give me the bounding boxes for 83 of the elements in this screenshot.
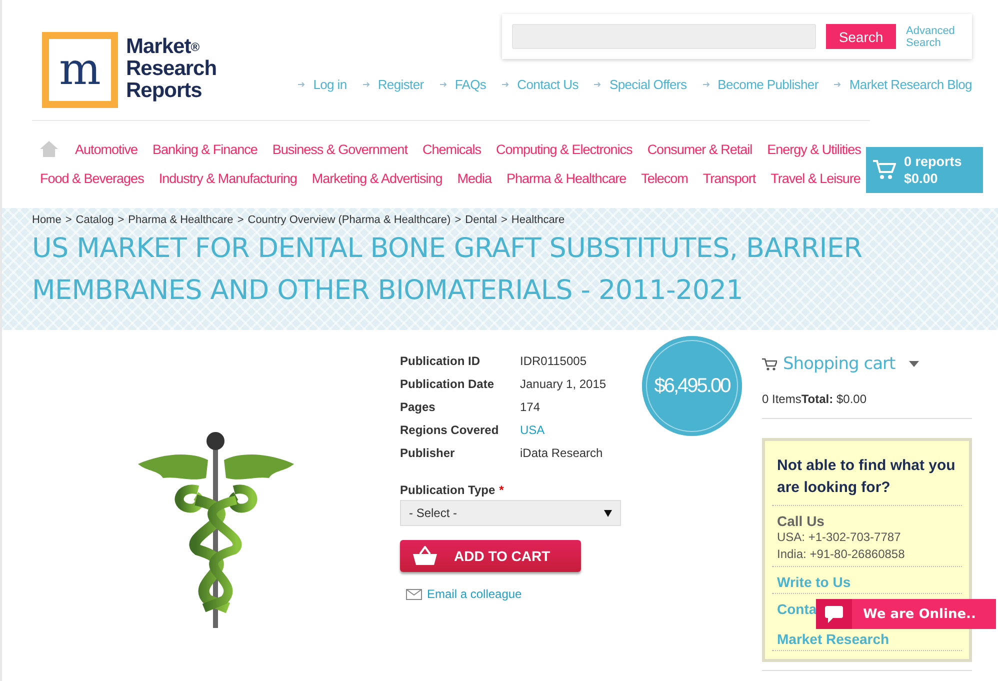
section-title: Call Us xyxy=(777,513,826,529)
cart-icon xyxy=(872,159,896,181)
page-title: US MARKET FOR DENTAL BONE GRAFT SUBSTITUTES, BARRIER MEMBRANES AND OTHER BIOMATERIALS - 2011-2021 xyxy=(32,232,864,308)
chat-toast[interactable]: We are Online.. xyxy=(816,599,996,629)
email-link[interactable]: Email a colleague xyxy=(400,587,640,601)
contact-link[interactable]: Market Research xyxy=(777,631,890,647)
detail-value: January 1, 2015 xyxy=(520,377,606,393)
logo-text: Research xyxy=(126,58,217,80)
breadcrumb-link[interactable]: Dental xyxy=(465,214,497,226)
category-link[interactable]: Industry & Manufacturing xyxy=(158,171,297,186)
category-link[interactable]: Food & Beverages xyxy=(40,171,144,186)
dropdown-arrow-icon xyxy=(604,510,612,516)
breadcrumb-link[interactable]: Country Overview (Pharma & Healthcare) xyxy=(248,214,451,226)
required-mark: * xyxy=(499,483,504,497)
top-nav-link[interactable]: FAQs xyxy=(454,77,486,92)
breadcrumb-link[interactable]: Healthcare xyxy=(511,214,565,226)
arrow-icon xyxy=(834,82,842,87)
detail-label: Publication ID xyxy=(400,354,482,370)
advanced-search-link[interactable]: Advanced Search xyxy=(906,24,962,48)
logo-text: Reports xyxy=(126,80,203,102)
detail-value: IDR0115005 xyxy=(520,354,586,370)
arrow-icon xyxy=(362,82,370,87)
logo-text: Market® xyxy=(126,36,200,58)
caret-icon[interactable] xyxy=(909,361,920,367)
arrow-icon xyxy=(594,82,602,87)
cart-summary-button[interactable]: 0 reports $0.00 xyxy=(866,147,983,193)
category-link[interactable]: Chemicals xyxy=(422,142,481,156)
detail-label: Pages xyxy=(400,400,436,416)
top-nav-link[interactable]: Market Research Blog xyxy=(849,77,972,92)
arrow-icon xyxy=(298,82,306,87)
logo-mark: m xyxy=(42,32,118,108)
shopping-cart-link[interactable]: Shopping cart xyxy=(783,354,896,374)
home-icon[interactable] xyxy=(40,141,58,157)
detail-label: Regions Covered xyxy=(400,423,500,439)
breadcrumb-separator: > xyxy=(237,214,244,226)
breadcrumb-separator: > xyxy=(65,214,72,226)
arrow-icon xyxy=(502,82,510,87)
category-link[interactable]: Media xyxy=(457,171,492,186)
category-link[interactable]: Banking & Finance xyxy=(152,142,258,156)
category-link[interactable]: Automotive xyxy=(75,142,138,156)
arrow-icon xyxy=(702,82,710,87)
help-heading: Not able to find what you are looking for? xyxy=(772,455,962,506)
envelope-icon xyxy=(406,588,422,600)
add-to-cart-button[interactable]: ADD TO CART xyxy=(400,540,581,572)
price-badge: $6,495.00 xyxy=(642,336,742,436)
cart-icon xyxy=(762,358,777,370)
breadcrumb-separator: > xyxy=(454,214,462,226)
detail-label: Publication Date xyxy=(400,377,496,393)
category-link[interactable]: Travel & Leisure xyxy=(770,171,860,186)
breadcrumb-link[interactable]: Pharma & Healthcare xyxy=(128,214,234,226)
search-button[interactable]: Search xyxy=(826,24,896,49)
top-nav-link[interactable]: Contact Us xyxy=(517,77,578,92)
category-link[interactable]: Telecom xyxy=(641,171,688,186)
breadcrumb-separator: > xyxy=(500,214,508,226)
arrow-icon xyxy=(440,82,447,87)
detail-value: iData Research xyxy=(520,446,603,462)
chat-icon xyxy=(825,606,843,622)
field-label: Publication Type xyxy=(400,483,496,497)
contact-link[interactable]: Conta xyxy=(777,601,817,617)
category-link[interactable]: Energy & Utilities xyxy=(767,142,861,156)
search-field[interactable] xyxy=(512,24,816,49)
breadcrumb-separator: > xyxy=(118,214,124,226)
phone-number: India: +91-80-26860858 xyxy=(777,546,906,563)
top-nav-link[interactable]: Log in xyxy=(313,77,347,92)
category-link[interactable]: Marketing & Advertising xyxy=(312,171,442,186)
breadcrumb-link[interactable]: Home xyxy=(32,214,62,226)
cart-summary: 0 ItemsTotal: $0.00 xyxy=(762,392,972,419)
category-link[interactable]: Consumer & Retail xyxy=(647,142,752,156)
breadcrumb-link[interactable]: Catalog xyxy=(76,214,114,226)
top-nav-link[interactable]: Register xyxy=(378,77,424,92)
top-nav-link[interactable]: Become Publisher xyxy=(718,77,818,92)
category-link[interactable]: Computing & Electronics xyxy=(496,142,632,156)
category-link[interactable]: Transport xyxy=(702,171,756,186)
write-to-us-link[interactable]: Write to Us xyxy=(777,574,851,590)
detail-label: Publisher xyxy=(400,446,456,462)
category-link[interactable]: Business & Government xyxy=(272,142,408,156)
basket-icon xyxy=(412,546,438,566)
detail-value: 174 xyxy=(520,400,540,416)
detail-link[interactable]: USA xyxy=(520,423,545,446)
top-nav-link[interactable]: Special Offers xyxy=(609,77,687,92)
category-link[interactable]: Pharma & Healthcare xyxy=(506,171,626,186)
publication-type-select[interactable]: - Select - xyxy=(400,500,621,526)
phone-number: USA: +1-302-703-7787 xyxy=(777,529,902,546)
